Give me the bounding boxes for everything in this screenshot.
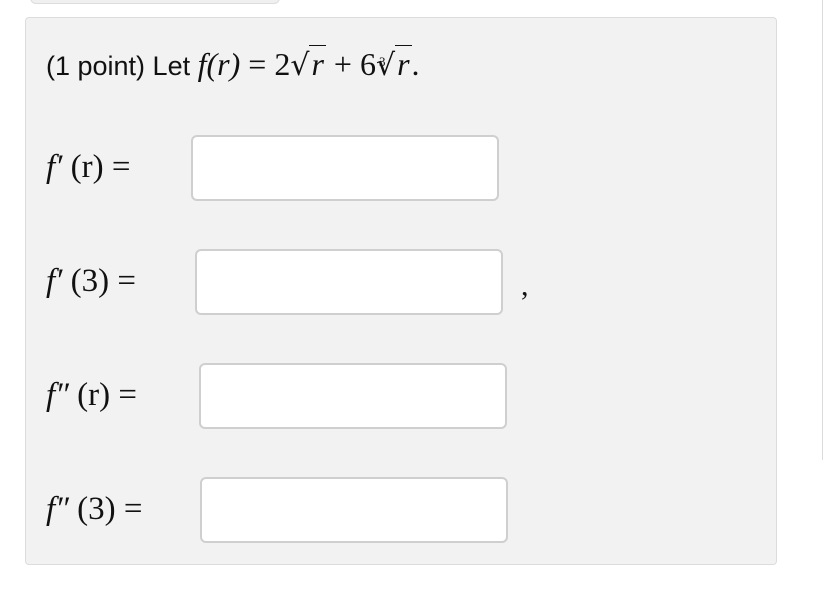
question-label-4: f″ (3) = bbox=[46, 491, 143, 528]
question-row-2: f′ (3) = , bbox=[46, 249, 746, 317]
answer-input-2[interactable] bbox=[195, 249, 503, 315]
function-lhs: f(r) bbox=[197, 46, 241, 82]
question-label-2: f′ (3) = bbox=[46, 263, 136, 300]
question-row-1: f′ (r) = bbox=[46, 135, 746, 203]
function-definition: f(r) = 2√r + 6 3 √r. bbox=[197, 45, 420, 83]
answer-input-1[interactable] bbox=[191, 135, 499, 201]
radicand-1: r bbox=[309, 45, 326, 82]
answer-input-3[interactable] bbox=[199, 363, 507, 429]
function-symbol: f″ bbox=[46, 491, 69, 527]
page: (1 point) Let f(r) = 2√r + 6 3 √r. f′ (r) … bbox=[0, 0, 828, 597]
function-argument: (r) bbox=[70, 149, 104, 185]
radicand-2: r bbox=[395, 45, 412, 82]
question-row-4: f″ (3) = bbox=[46, 477, 746, 545]
coefficient-2: 6 bbox=[359, 46, 376, 82]
coefficient-1: 2 bbox=[274, 46, 291, 82]
problem-statement: (1 point) Let f(r) = 2√r + 6 3 √r. bbox=[46, 44, 420, 86]
top-tab bbox=[30, 0, 280, 4]
answer-input-4[interactable] bbox=[200, 477, 508, 543]
statement-period: . bbox=[411, 46, 420, 82]
question-label-1: f′ (r) = bbox=[46, 149, 130, 186]
root-index: 3 bbox=[378, 54, 386, 69]
question-label-3: f″ (r) = bbox=[46, 377, 137, 414]
problem-intro: (1 point) Let bbox=[46, 51, 191, 81]
function-argument: (r) bbox=[77, 377, 111, 413]
function-symbol: f′ bbox=[46, 263, 63, 299]
right-divider bbox=[822, 0, 823, 460]
radical-icon: √ bbox=[290, 48, 310, 83]
function-argument: (3) bbox=[77, 491, 116, 527]
trailing-comma: , bbox=[521, 269, 529, 302]
function-symbol: f″ bbox=[46, 377, 69, 413]
equals-sign: = bbox=[123, 491, 143, 527]
equals-sign: = bbox=[248, 46, 267, 82]
function-symbol: f′ bbox=[46, 149, 63, 185]
function-argument: (3) bbox=[70, 263, 110, 299]
problem-panel: (1 point) Let f(r) = 2√r + 6 3 √r. f′ (r) … bbox=[25, 17, 777, 565]
equals-sign: = bbox=[117, 263, 136, 299]
square-root: √r bbox=[290, 44, 326, 86]
cube-root: 3 √r bbox=[376, 44, 412, 86]
equals-sign: = bbox=[111, 149, 131, 185]
equals-sign: = bbox=[118, 377, 138, 413]
plus-sign: + bbox=[333, 46, 352, 82]
question-row-3: f″ (r) = bbox=[46, 363, 746, 431]
